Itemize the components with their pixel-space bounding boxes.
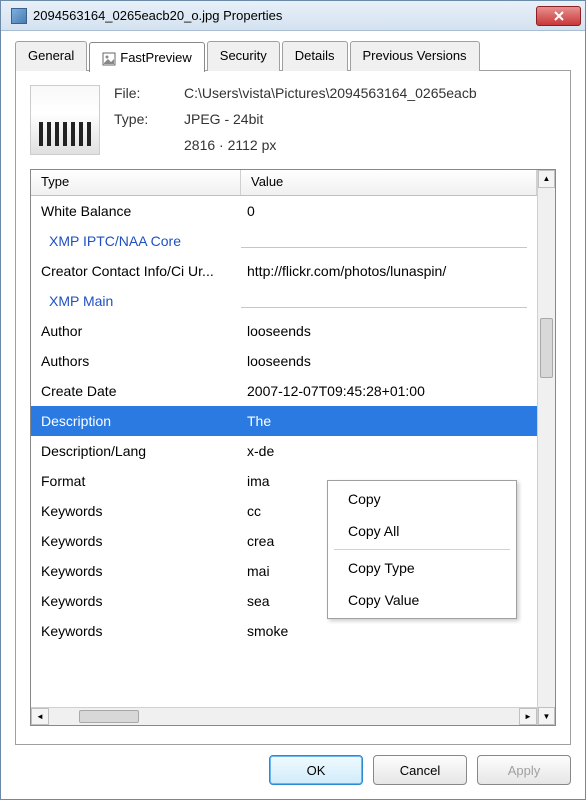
tab-previous-versions[interactable]: Previous Versions [350,41,480,71]
scroll-down-button[interactable]: ▼ [538,707,555,725]
column-type[interactable]: Type [31,170,241,195]
table-row[interactable]: Create Date2007-12-07T09:45:28+01:00 [31,376,537,406]
apply-button[interactable]: Apply [477,755,571,785]
list-header: Type Value [31,170,537,196]
menu-copy-value[interactable]: Copy Value [330,584,514,616]
tab-fastpreview[interactable]: FastPreview [89,42,205,72]
scroll-right-button[interactable]: ► [519,708,537,725]
cell-type: Keywords [31,503,241,519]
scroll-left-button[interactable]: ◄ [31,708,49,725]
dimensions: 2816 · 2112 px [184,137,477,153]
list-body: Type Value White Balance0XMP IPTC/NAA Co… [31,170,537,725]
cell-type: Keywords [31,623,241,639]
cell-value: smoke [241,623,537,639]
cell-type: Create Date [31,383,241,399]
menu-copy-all[interactable]: Copy All [330,515,514,547]
table-row[interactable]: Creator Contact Info/Ci Ur...http://flic… [31,256,537,286]
tab-security[interactable]: Security [207,41,280,71]
cell-type: White Balance [31,203,241,219]
thumbnail [30,85,100,155]
dialog-content: General FastPreview Security Details Pre… [1,31,585,745]
hscroll-track[interactable] [49,708,519,725]
vertical-scrollbar[interactable]: ▲ ▼ [537,170,555,725]
cell-value: x-de [241,443,537,459]
cell-type: XMP IPTC/NAA Core [31,233,241,249]
cell-type: Description/Lang [31,443,241,459]
type-label: Type: [114,111,184,127]
menu-separator [334,549,510,550]
section-header[interactable]: XMP IPTC/NAA Core [31,226,537,256]
file-path: C:\Users\vista\Pictures\2094563164_0265e… [184,85,477,101]
hscroll-thumb[interactable] [79,710,139,723]
cell-value [241,230,527,248]
file-icon [11,8,27,24]
close-icon [553,11,565,21]
cell-value [241,290,527,308]
cell-type: XMP Main [31,293,241,309]
cancel-button[interactable]: Cancel [373,755,467,785]
file-label: File: [114,85,184,101]
close-button[interactable] [536,6,581,26]
type-value: JPEG - 24bit [184,111,477,127]
cell-type: Creator Contact Info/Ci Ur... [31,263,241,279]
cell-value: looseends [241,323,537,339]
button-row: OK Cancel Apply [1,745,585,799]
ok-button[interactable]: OK [269,755,363,785]
scroll-up-button[interactable]: ▲ [538,170,555,188]
vscroll-thumb[interactable] [540,318,553,378]
table-row[interactable]: Authorslooseends [31,346,537,376]
tab-details[interactable]: Details [282,41,348,71]
property-list: Type Value White Balance0XMP IPTC/NAA Co… [30,169,556,726]
vscroll-track[interactable] [538,188,555,707]
image-icon [102,52,116,66]
cell-type: Author [31,323,241,339]
tab-fastpreview-label: FastPreview [120,50,192,65]
cell-value: http://flickr.com/photos/lunaspin/ [241,263,537,279]
titlebar[interactable]: 2094563164_0265eacb20_o.jpg Properties [1,1,585,31]
cell-type: Keywords [31,533,241,549]
cell-type: Description [31,413,241,429]
table-row[interactable]: Authorlooseends [31,316,537,346]
window-title: 2094563164_0265eacb20_o.jpg Properties [33,8,536,23]
table-row[interactable]: Keywordssmoke [31,616,537,646]
section-header[interactable]: XMP Main [31,286,537,316]
horizontal-scrollbar[interactable]: ◄ ► [31,707,537,725]
file-info: File: C:\Users\vista\Pictures\2094563164… [30,85,556,155]
table-row[interactable]: White Balance0 [31,196,537,226]
table-row[interactable]: DescriptionThe [31,406,537,436]
tab-strip: General FastPreview Security Details Pre… [15,41,571,71]
menu-copy[interactable]: Copy [330,483,514,515]
cell-value: 2007-12-07T09:45:28+01:00 [241,383,537,399]
cell-value: 0 [241,203,537,219]
tab-panel: File: C:\Users\vista\Pictures\2094563164… [15,70,571,745]
info-grid: File: C:\Users\vista\Pictures\2094563164… [114,85,477,155]
cell-type: Keywords [31,563,241,579]
cell-value: The [241,413,537,429]
context-menu: Copy Copy All Copy Type Copy Value [327,480,517,619]
cell-type: Keywords [31,593,241,609]
cell-type: Authors [31,353,241,369]
tab-general[interactable]: General [15,41,87,71]
menu-copy-type[interactable]: Copy Type [330,552,514,584]
cell-type: Format [31,473,241,489]
properties-dialog: 2094563164_0265eacb20_o.jpg Properties G… [0,0,586,800]
cell-value: looseends [241,353,537,369]
table-row[interactable]: Description/Langx-de [31,436,537,466]
column-value[interactable]: Value [241,170,537,195]
